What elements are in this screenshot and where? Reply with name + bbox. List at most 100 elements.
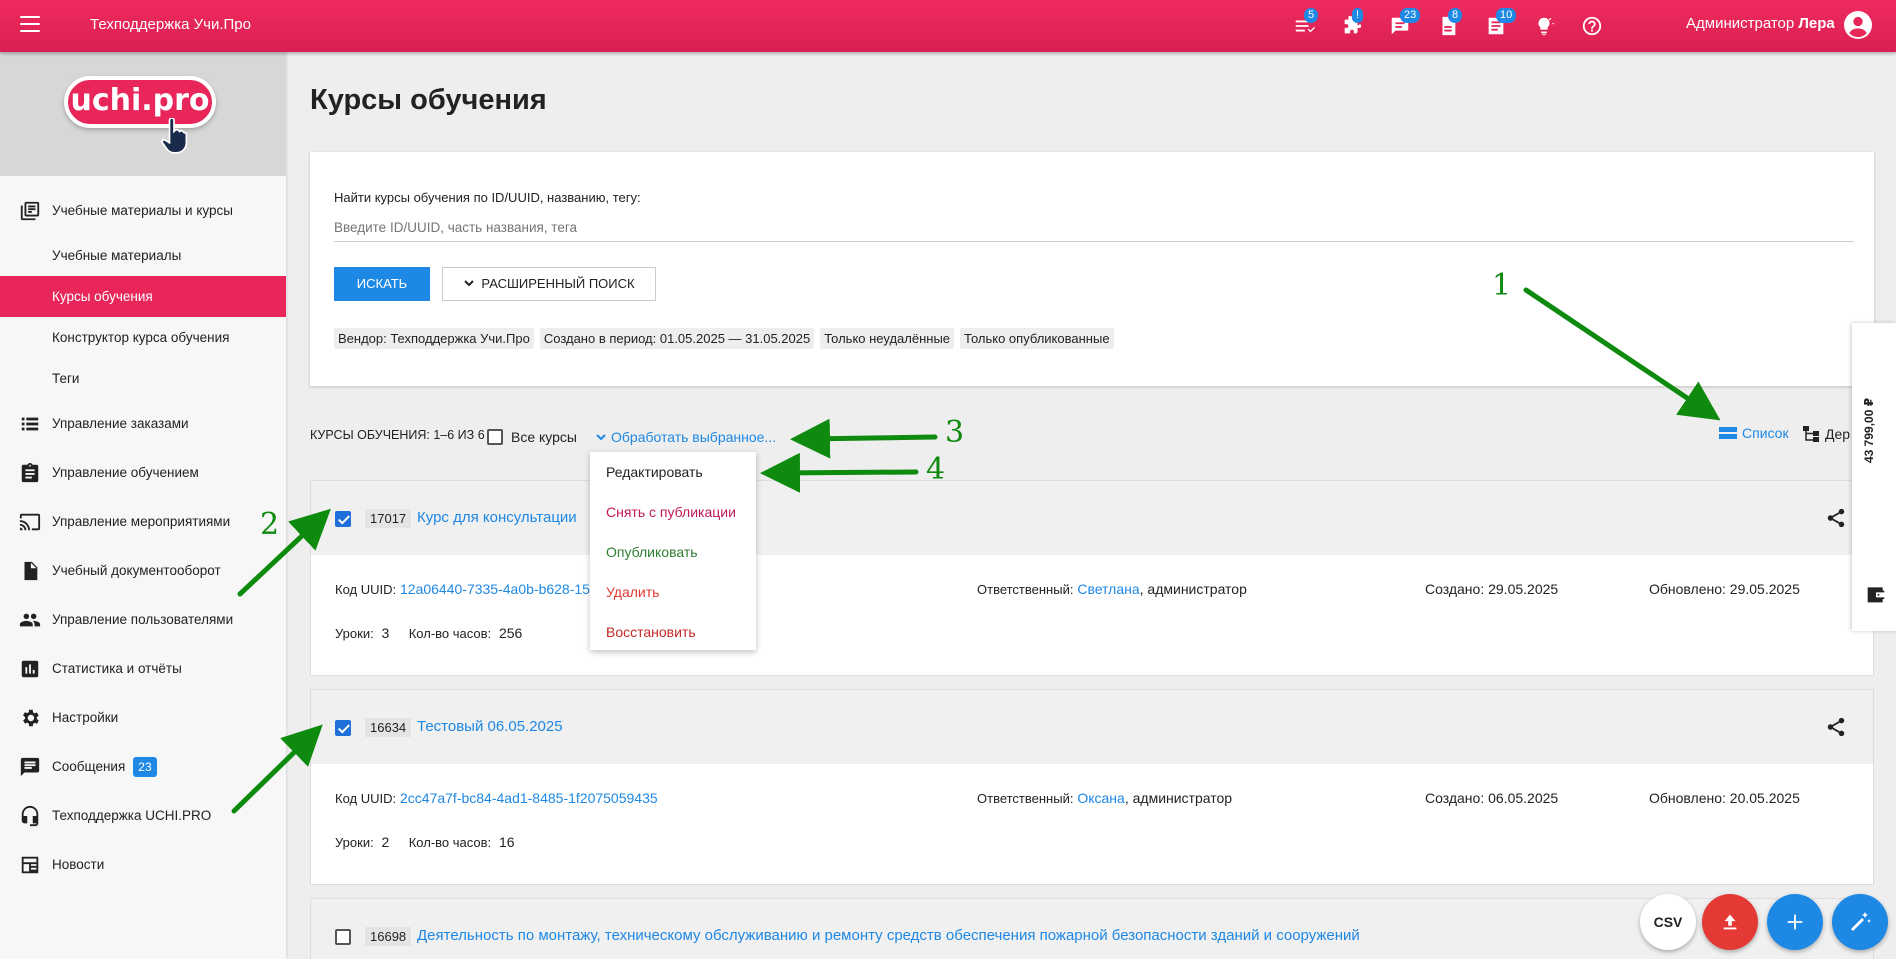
news-icon <box>21 856 39 873</box>
sidebar-item-users[interactable]: Управление пользователями <box>0 595 286 644</box>
sidebar-item-settings[interactable]: Настройки <box>0 693 286 742</box>
lightbulb-icon[interactable] <box>1530 12 1558 40</box>
course-checkbox[interactable] <box>335 720 351 736</box>
course-name[interactable]: Курс для консультации <box>417 509 577 526</box>
list-icon[interactable]: 10 <box>1482 8 1517 40</box>
search-button[interactable]: ИСКАТЬ <box>334 267 430 301</box>
share-icon[interactable] <box>1825 507 1847 529</box>
all-courses-toggle[interactable]: Все курсы <box>487 429 577 445</box>
chevron-down-icon <box>596 434 606 441</box>
magic-wand-button[interactable] <box>1832 894 1888 950</box>
course-lessons: Уроки: 2 Кол-во часов: 16 <box>335 834 515 850</box>
course-created: Создано: 06.05.2025 <box>1425 790 1559 806</box>
upload-button[interactable] <box>1702 894 1758 950</box>
course-responsible: Ответственный: Оксана, администратор <box>977 790 1233 806</box>
search-input[interactable] <box>334 214 1854 242</box>
course-name[interactable]: Деятельность по монтажу, техническому об… <box>417 927 1360 944</box>
plus-icon <box>1787 914 1803 930</box>
menu-item-delete[interactable]: Удалить <box>590 572 756 612</box>
sidebar-item-support[interactable]: Техподдержка UCHI.PRO <box>0 791 286 840</box>
list-icon <box>21 417 39 430</box>
menu-item-publish[interactable]: Опубликовать <box>590 532 756 572</box>
file-icon <box>24 561 38 580</box>
sidebar-item-stats[interactable]: Статистика и отчёты <box>0 644 286 693</box>
annotation-4: 4 <box>926 452 946 487</box>
chat-icon[interactable]: 23 <box>1386 8 1421 40</box>
course-id: 16698 <box>365 927 412 946</box>
responsible-link[interactable]: Светлана <box>1077 581 1139 597</box>
filter-chip[interactable]: Только неудалённые <box>820 328 955 349</box>
list-view-icon <box>1719 427 1737 439</box>
sidebar-item-events[interactable]: Управление мероприятиями <box>0 497 286 546</box>
app-title[interactable]: Техподдержка Учи.Про <box>90 16 251 33</box>
page-title: Курсы обучения <box>310 84 547 116</box>
course-updated: Обновлено: 29.05.2025 <box>1649 581 1800 597</box>
headset-icon <box>21 805 39 826</box>
share-icon[interactable] <box>1825 716 1847 738</box>
course-checkbox[interactable] <box>335 929 351 945</box>
course-updated: Обновлено: 20.05.2025 <box>1649 790 1800 806</box>
process-selected-button[interactable]: Обработать выбранное... <box>595 429 776 445</box>
puzzle-badge: ! <box>1352 8 1364 23</box>
sidebar-item-news[interactable]: Новости <box>0 840 286 889</box>
add-button[interactable] <box>1767 894 1823 950</box>
annotation-arrow-3 <box>790 418 938 459</box>
puzzle-icon[interactable]: ! <box>1338 8 1366 40</box>
course-id: 17017 <box>365 509 412 528</box>
filter-chip[interactable]: Создано в период: 01.05.2025 — 31.05.202… <box>539 328 815 349</box>
csv-export-button[interactable]: CSV <box>1640 894 1696 950</box>
view-list-button[interactable]: Список <box>1718 425 1789 441</box>
message-icon <box>20 757 40 776</box>
sidebar-item-courses[interactable]: Курсы обучения <box>0 276 286 317</box>
top-bar: Техподдержка Учи.Про 5 ! 23 8 10 Админис… <box>0 0 1896 52</box>
course-uuid: Код UUID: 2cc47a7f-bc84-4ad1-8485-1f2075… <box>335 790 658 806</box>
chart-icon <box>21 660 39 677</box>
uuid-link[interactable]: 12a06440-7335-4a0b-b628-15 <box>400 581 590 597</box>
search-label: Найти курсы обучения по ID/UUID, названи… <box>334 190 641 205</box>
document-icon[interactable]: 8 <box>1434 8 1463 40</box>
course-uuid: Код UUID: 12a06440-7335-4a0b-b628-15 <box>335 581 590 597</box>
all-courses-checkbox[interactable] <box>487 429 503 445</box>
balance-amount: 43 799,00 ₽ <box>1862 397 1876 463</box>
sidebar-item-course-builder[interactable]: Конструктор курса обучения <box>0 317 286 358</box>
course-checkbox[interactable] <box>335 511 351 527</box>
sidebar-item-materials[interactable]: Учебные материалы <box>0 235 286 276</box>
responsible-link[interactable]: Оксана <box>1077 790 1124 806</box>
sidebar-item-orders[interactable]: Управление заказами <box>0 399 286 448</box>
sidebar-item-learning[interactable]: Управление обучением <box>0 448 286 497</box>
user-avatar-icon[interactable] <box>1844 11 1872 39</box>
admin-name: Лера <box>1798 15 1835 32</box>
view-tree-button[interactable]: Дер <box>1802 425 1850 443</box>
search-card: Найти курсы обучения по ID/UUID, названи… <box>310 152 1874 386</box>
filter-chip[interactable]: Только опубликованные <box>960 328 1114 349</box>
balance-side-panel[interactable]: 43 799,00 ₽ <box>1852 323 1896 631</box>
menu-item-restore[interactable]: Восстановить <box>590 612 756 652</box>
logo[interactable]: uchi.pro <box>64 76 216 128</box>
wallet-icon[interactable] <box>1866 585 1886 603</box>
course-name[interactable]: Тестовый 06.05.2025 <box>417 718 563 735</box>
menu-item-edit[interactable]: Редактировать <box>590 452 756 492</box>
help-icon[interactable] <box>1578 12 1606 40</box>
chat-badge: 23 <box>1400 8 1421 23</box>
admin-label[interactable]: Администратор Лера <box>1686 15 1835 32</box>
tasks-icon[interactable]: 5 <box>1290 8 1319 40</box>
advanced-search-button[interactable]: РАСШИРЕННЫЙ ПОИСК <box>442 267 656 301</box>
sidebar-item-docs[interactable]: Учебный документооборот <box>0 546 286 595</box>
annotation-1: 1 <box>1492 268 1512 303</box>
menu-icon[interactable] <box>20 16 40 32</box>
uuid-link[interactable]: 2cc47a7f-bc84-4ad1-8485-1f2075059435 <box>400 790 658 806</box>
menu-item-unpublish[interactable]: Снять с публикации <box>590 492 756 532</box>
library-icon <box>20 201 40 220</box>
filter-chip[interactable]: Вендор: Техподдержка Учи.Про <box>334 328 534 349</box>
course-body: Код UUID: 2cc47a7f-bc84-4ad1-8485-1f2075… <box>311 764 1873 888</box>
tasks-badge: 5 <box>1304 8 1319 23</box>
filter-chips: Вендор: Техподдержка Учи.Про Создано в п… <box>334 328 1120 349</box>
chevron-down-icon <box>464 280 475 287</box>
pointer-hand-icon <box>160 118 188 154</box>
sidebar-item-tags[interactable]: Теги <box>0 358 286 399</box>
sidebar-item-materials-courses[interactable]: Учебные материалы и курсы <box>0 186 286 235</box>
messages-badge: 23 <box>133 756 157 777</box>
sidebar-item-messages[interactable]: Сообщения 23 <box>0 742 286 791</box>
list-badge: 10 <box>1496 8 1517 23</box>
course-responsible: Ответственный: Светлана, администратор <box>977 581 1247 597</box>
